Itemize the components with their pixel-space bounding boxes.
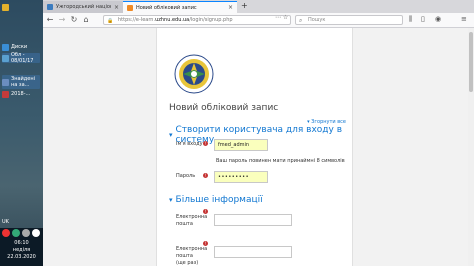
address-bar[interactable]: 🔒 https://e-learn. uzhnu.edu.ua/login/sig… (103, 15, 291, 25)
username-input[interactable]: fmed_admin (214, 139, 268, 151)
new-tab-button[interactable]: + (241, 1, 248, 10)
antivirus-icon[interactable] (2, 229, 10, 237)
desktop-icon-file[interactable]: 2018-... (2, 89, 40, 99)
desktop-icon-label: Диски (11, 44, 28, 50)
desktop-icon-found[interactable]: Знайдені на за... (2, 75, 40, 89)
page-actions-icon[interactable]: ⋯ ☆ (275, 14, 288, 21)
forward-button[interactable]: → (57, 15, 67, 24)
required-icon: ! (203, 173, 208, 178)
library-icon[interactable]: ⫼ (409, 15, 412, 24)
desktop-icon-disks[interactable]: Диски (2, 42, 40, 52)
password-input[interactable]: ••••••••• (214, 171, 268, 183)
extension-icon[interactable]: ◉ (435, 15, 441, 23)
desktop: Диски Обл - 08/01/17 Знайдені на за... 2… (0, 0, 43, 266)
search-placeholder: Пошук (308, 17, 326, 23)
tab-label: Новий обліковий запис (136, 4, 197, 11)
page-title: Новий обліковий запис (169, 103, 279, 113)
menu-icon[interactable]: ≡ (461, 15, 467, 23)
folder-icon (2, 3, 9, 11)
url-path: /login/signup.php (189, 17, 233, 23)
tab-signup[interactable]: Новий обліковий запис × (123, 1, 237, 13)
search-box[interactable]: ⌕ Пошук (295, 15, 403, 25)
section-title: Більше інформації (175, 195, 263, 205)
tab-label: Ужгородський національни... (56, 4, 111, 10)
language-indicator[interactable]: UK (2, 219, 9, 225)
notification-icon[interactable] (32, 229, 40, 237)
lock-icon: 🔒 (107, 18, 114, 24)
back-button[interactable]: ← (45, 15, 55, 24)
desktop-icon-label: Обл - 08/01/17 (11, 52, 34, 64)
desktop-icon-shortcut[interactable]: Обл - 08/01/17 (2, 52, 40, 64)
url-host: uzhnu.edu.ua (155, 17, 190, 23)
page-scrollbar[interactable] (468, 28, 474, 266)
password-label: Пароль (176, 173, 196, 179)
email-repeat-label: Електронна пошта (ще раз) (176, 246, 208, 266)
email-repeat-input[interactable] (214, 246, 292, 258)
signup-panel: Новий обліковий запис ▾ Згорнути все ▾ С… (156, 28, 353, 266)
volume-icon[interactable] (22, 229, 30, 237)
section-collapse-icon: ▾ (169, 196, 173, 204)
url-prefix: https://e-learn. (118, 17, 156, 23)
tab-bar: Ужгородський національни... × Новий облі… (43, 0, 474, 13)
drive-icon (2, 43, 9, 51)
browser-window: Ужгородський національни... × Новий облі… (43, 0, 474, 266)
email-label: Електронна пошта (176, 214, 208, 227)
sidebar-icon[interactable]: ▯ (421, 15, 425, 23)
required-icon: ! (203, 141, 208, 146)
reload-button[interactable]: ↻ (69, 15, 79, 24)
section-more-info[interactable]: ▾ Більше інформації (169, 195, 263, 205)
site-favicon-icon (47, 4, 53, 10)
clock-date: 22.03.2020 (7, 254, 36, 260)
email-input[interactable] (214, 214, 292, 226)
moodle-favicon-icon (127, 4, 133, 11)
home-button[interactable]: ⌂ (81, 15, 91, 24)
nav-toolbar: ← → ↻ ⌂ 🔒 https://e-learn. uzhnu.edu.ua/l… (43, 13, 474, 28)
username-label: Ім'я входу (176, 141, 203, 147)
close-tab-icon[interactable]: × (228, 4, 233, 11)
network-icon[interactable] (12, 229, 20, 237)
required-icon: ! (203, 241, 208, 246)
section-collapse-icon: ▾ (169, 131, 173, 139)
file-icon (2, 90, 9, 98)
page-content: Новий обліковий запис ▾ Згорнути все ▾ С… (43, 28, 474, 266)
clock-day: неділя (12, 247, 31, 253)
required-icon: ! (203, 209, 208, 214)
close-tab-icon[interactable]: × (114, 4, 119, 11)
document-icon (2, 78, 9, 86)
clock-time: 06:10 (14, 240, 29, 246)
tab-university[interactable]: Ужгородський національни... × (43, 1, 123, 13)
desktop-icon-label: 2018-... (11, 91, 31, 97)
scroll-thumb[interactable] (469, 32, 473, 92)
document-icon (2, 54, 9, 62)
search-icon: ⌕ (299, 17, 303, 24)
desktop-icon-folder[interactable] (2, 2, 40, 12)
system-tray: 06:10 неділя 22.03.2020 (0, 228, 43, 266)
desktop-icon-label: Знайдені на за... (11, 76, 35, 88)
password-hint: Ваш пароль повинен мати принаймні 8 симв… (216, 158, 345, 164)
university-logo (174, 54, 214, 94)
